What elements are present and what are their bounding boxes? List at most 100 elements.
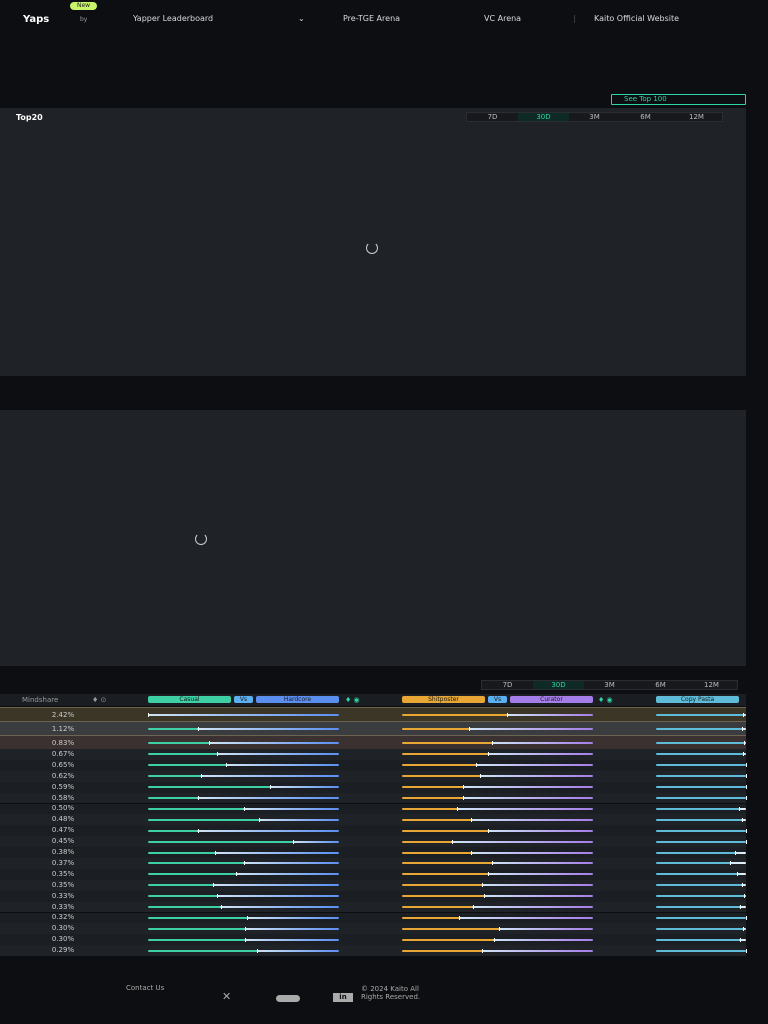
- linkedin-icon[interactable]: in: [333, 993, 353, 1002]
- copypasta-bar: [656, 894, 746, 899]
- casual-hardcore-bar: [148, 894, 339, 899]
- split-marker: [235, 872, 237, 877]
- split-marker: [197, 796, 199, 801]
- mindshare-value: 0.67%: [51, 749, 75, 758]
- split-marker: [220, 905, 222, 910]
- tab-3m[interactable]: 3M: [584, 681, 635, 689]
- tab-7d[interactable]: 7D: [482, 681, 533, 689]
- shitposter-curator-bar: [402, 817, 593, 822]
- copypasta-bar: [656, 883, 746, 888]
- table-row[interactable]: 0.29%: [0, 945, 747, 957]
- copypasta-bar: [656, 741, 746, 745]
- split-marker: [148, 713, 149, 717]
- table-row[interactable]: 0.65%: [0, 759, 747, 771]
- x-icon[interactable]: ✕: [222, 990, 231, 1003]
- split-marker: [743, 713, 745, 717]
- tab-12m[interactable]: 12M: [686, 681, 737, 689]
- tab-30d[interactable]: 30D: [533, 681, 584, 689]
- table-row[interactable]: 1.12%: [0, 721, 746, 735]
- table-row[interactable]: 0.45%: [0, 836, 747, 848]
- mindshare-value: 0.30%: [51, 924, 75, 933]
- shitposter-curator-bar: [402, 872, 593, 877]
- mindshare-header[interactable]: Mindshare: [22, 696, 58, 704]
- split-marker: [470, 817, 472, 822]
- split-marker: [247, 915, 249, 920]
- copypasta-bar: [656, 850, 746, 855]
- table-row[interactable]: 0.35%: [0, 879, 746, 891]
- casual-hardcore-bar: [148, 806, 339, 811]
- table-row[interactable]: 0.50%: [0, 803, 746, 815]
- table-row[interactable]: 0.48%: [0, 814, 746, 826]
- copypasta-bar: [656, 774, 747, 779]
- split-marker: [463, 785, 465, 790]
- table-row[interactable]: 0.59%: [0, 781, 747, 793]
- table-row[interactable]: 0.62%: [0, 770, 747, 782]
- info-icon[interactable]: ♦ ◉: [598, 696, 613, 704]
- table-row[interactable]: 0.38%: [0, 847, 746, 858]
- shitposter-curator-bar: [402, 850, 593, 855]
- mindshare-value: 0.33%: [51, 902, 75, 911]
- curator-pill[interactable]: Curator: [510, 696, 593, 703]
- vs-badge: Vs: [234, 696, 253, 703]
- copypasta-bar: [656, 948, 747, 953]
- split-marker: [746, 915, 747, 920]
- casual-pill[interactable]: Casual: [148, 696, 231, 703]
- table-row[interactable]: 0.67%: [0, 749, 746, 760]
- split-marker: [243, 861, 245, 866]
- casual-hardcore-bar: [148, 752, 339, 757]
- shitposter-curator-bar: [402, 905, 593, 910]
- split-marker: [476, 763, 478, 768]
- split-marker: [470, 850, 472, 855]
- table-row[interactable]: 0.37%: [0, 858, 746, 869]
- nav-pre-tge-arena[interactable]: Pre-TGE Arena: [343, 14, 400, 23]
- logo[interactable]: Yaps: [23, 14, 49, 25]
- table-row[interactable]: 0.33%: [0, 901, 746, 913]
- copypasta-pill[interactable]: Copy Pasta: [656, 696, 739, 703]
- split-marker: [491, 741, 493, 745]
- table-row[interactable]: 0.35%: [0, 868, 746, 880]
- mindshare-value: 1.12%: [51, 724, 75, 733]
- table-row[interactable]: 0.58%: [0, 792, 747, 804]
- nav-vc-arena[interactable]: VC Arena: [484, 14, 521, 23]
- split-marker: [729, 861, 731, 866]
- discord-icon[interactable]: [276, 995, 300, 1002]
- split-marker: [743, 752, 745, 757]
- nav-yapper-leaderboard[interactable]: Yapper Leaderboard: [133, 14, 213, 23]
- shitposter-curator-bar: [402, 785, 593, 790]
- copypasta-bar: [656, 806, 746, 811]
- nav-kaito-website[interactable]: Kaito Official Website: [594, 14, 679, 23]
- info-icon[interactable]: ♦ ◉: [345, 696, 360, 704]
- table-time-tabs: 7D 30D 3M 6M 12M: [481, 680, 738, 690]
- shitposter-pill[interactable]: Shitposter: [402, 696, 485, 703]
- mindshare-value: 0.47%: [51, 826, 75, 835]
- chevron-down-icon[interactable]: ⌄: [298, 14, 305, 23]
- table-row[interactable]: 2.42%: [0, 707, 746, 721]
- table-row[interactable]: 0.30%: [0, 923, 746, 935]
- casual-hardcore-bar: [148, 926, 339, 931]
- contact-us-link[interactable]: Contact Us: [126, 985, 186, 992]
- table-row[interactable]: 0.32%: [0, 912, 747, 924]
- time-range-tabs: 7D 30D 3M 6M 12M: [466, 112, 723, 122]
- split-marker: [484, 894, 486, 899]
- table-row[interactable]: 0.30%: [0, 934, 746, 946]
- split-marker: [243, 806, 245, 811]
- split-marker: [499, 926, 501, 931]
- shitposter-curator-bar: [402, 727, 593, 731]
- tab-12m[interactable]: 12M: [671, 113, 722, 121]
- split-marker: [739, 937, 741, 942]
- tab-6m[interactable]: 6M: [635, 681, 686, 689]
- tab-3m[interactable]: 3M: [569, 113, 620, 121]
- tab-30d[interactable]: 30D: [518, 113, 569, 121]
- table-row[interactable]: 0.47%: [0, 825, 747, 837]
- split-marker: [742, 727, 744, 731]
- split-marker: [737, 872, 738, 877]
- copypasta-bar: [656, 828, 747, 833]
- tab-7d[interactable]: 7D: [467, 113, 518, 121]
- table-row[interactable]: 0.83%: [0, 735, 746, 749]
- hardcore-pill[interactable]: Hardcore: [256, 696, 339, 703]
- mindshare-value: 0.38%: [51, 848, 75, 857]
- see-top-100-button[interactable]: See Top 100: [611, 94, 746, 105]
- sort-icon[interactable]: ♦ ⊙: [92, 696, 106, 704]
- tab-6m[interactable]: 6M: [620, 113, 671, 121]
- table-row[interactable]: 0.33%: [0, 890, 746, 902]
